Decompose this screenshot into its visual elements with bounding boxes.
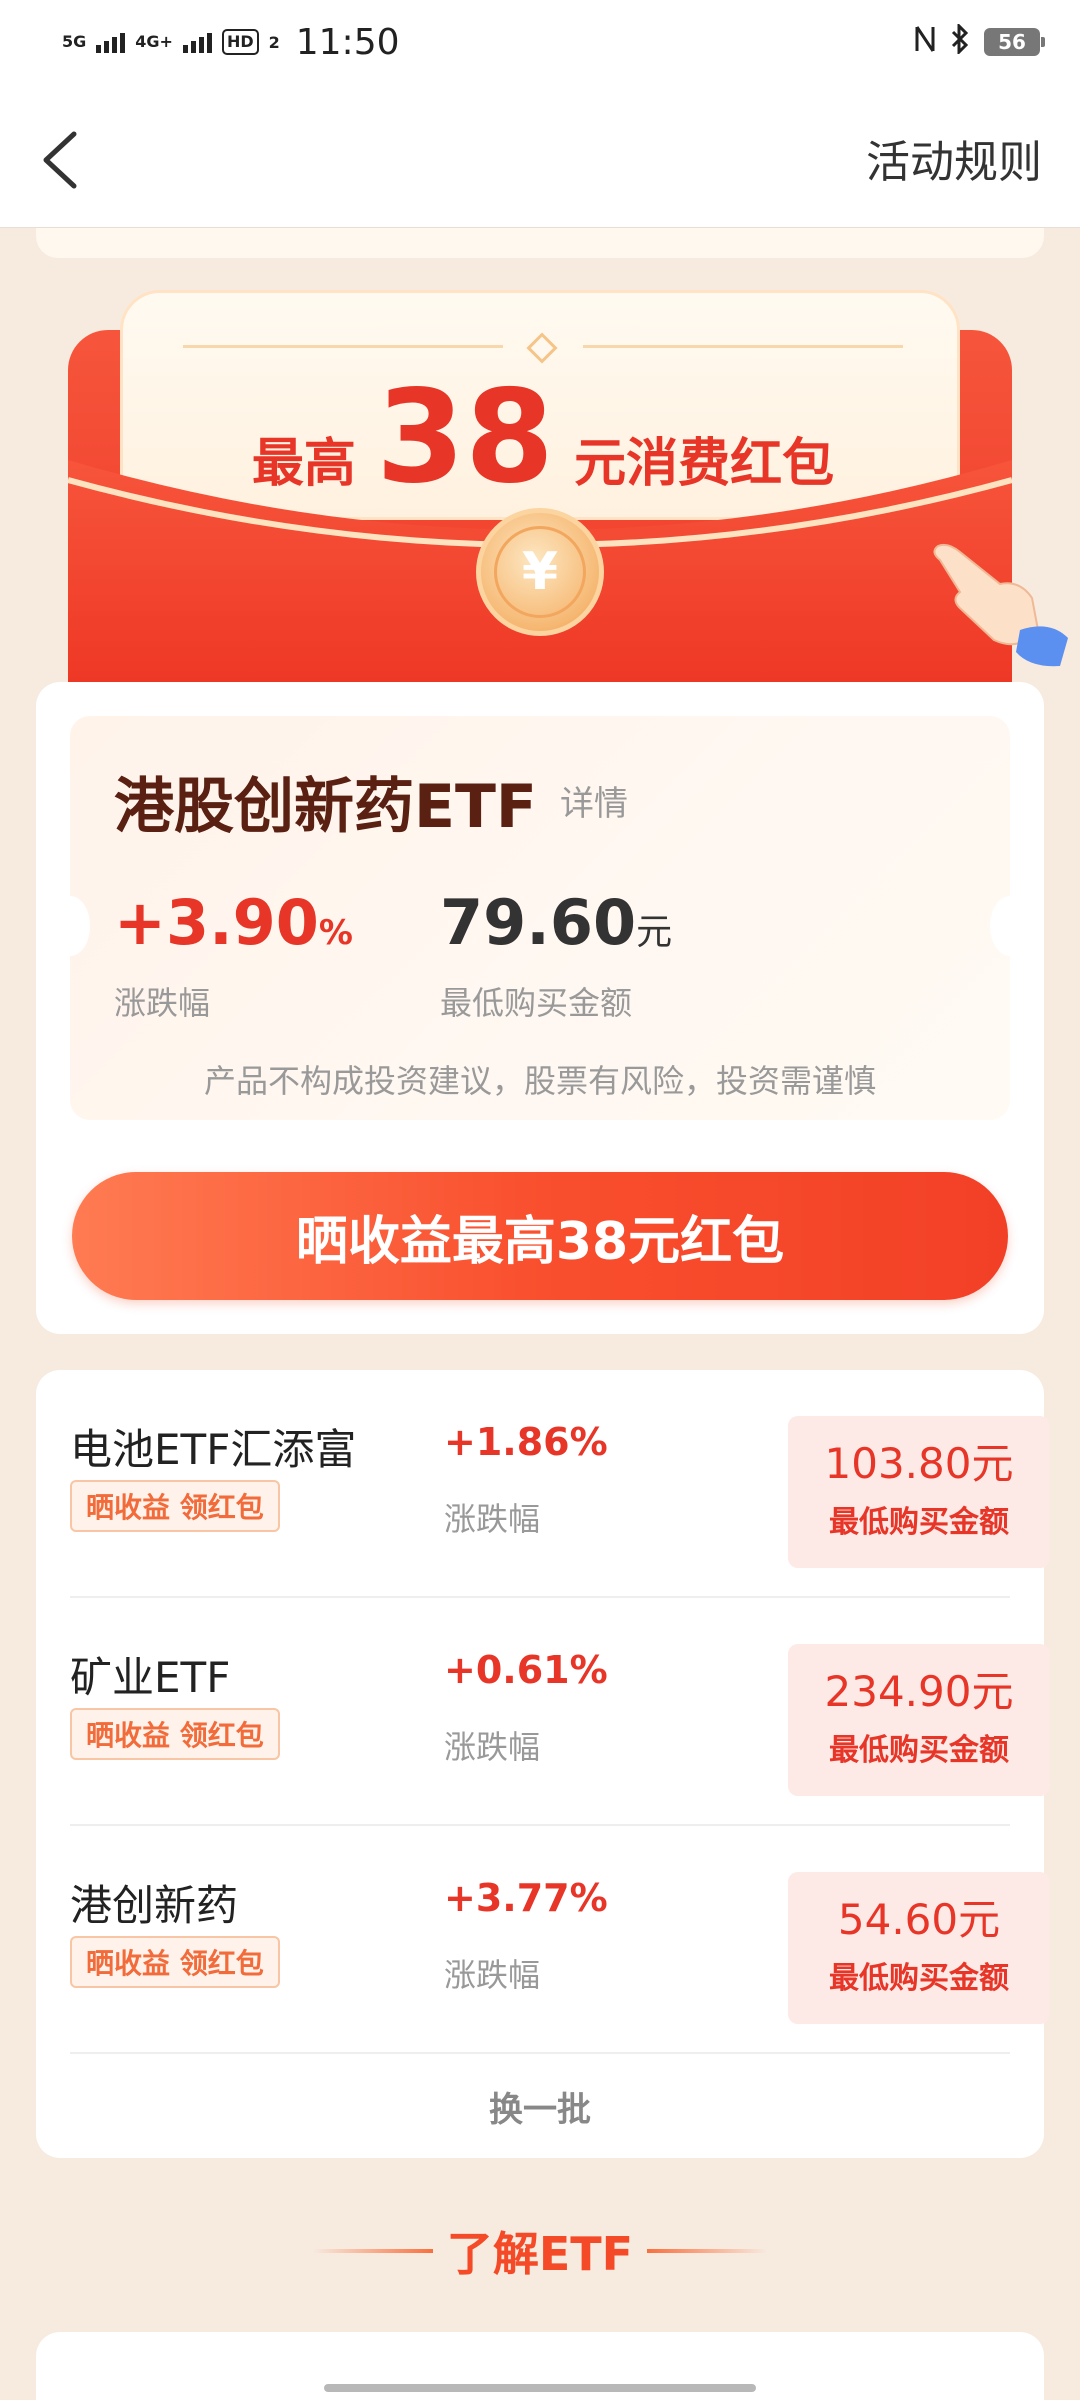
bluetooth-icon	[950, 21, 970, 61]
list-item-change-label: 涨跌幅	[444, 1728, 541, 1766]
top-card-strip	[36, 228, 1044, 258]
list-item-price-label: 最低购买金额	[829, 1733, 1009, 1768]
back-button[interactable]	[30, 124, 90, 196]
list-item-change: +0.61%	[444, 1648, 608, 1692]
product-min-price: 79.60元	[440, 886, 673, 959]
list-item-price-label: 最低购买金额	[829, 1961, 1009, 1996]
list-item-change-label: 涨跌幅	[444, 1956, 541, 1994]
yuan-coin-icon: ¥	[476, 508, 604, 636]
learn-etf-heading: 了解ETF	[0, 2218, 1080, 2284]
reward-tag: 晒收益 领红包	[70, 1708, 280, 1760]
reward-tag: 晒收益 领红包	[70, 1480, 280, 1532]
list-item-change-label: 涨跌幅	[444, 1500, 541, 1538]
signal-4g-icon: 4G+	[135, 32, 173, 51]
home-indicator[interactable]	[324, 2384, 756, 2392]
featured-product-card: 港股创新药ETF 详情 +3.90% 涨跌幅 79.60元 最低购买金额 产品不…	[36, 682, 1044, 1334]
refresh-batch-button[interactable]: 换一批	[36, 2082, 1044, 2131]
product-list-card: 电池ETF汇添富 晒收益 领红包 +1.86% 涨跌幅 103.80元 最低购买…	[36, 1370, 1050, 2158]
activity-rules-link[interactable]: 活动规则	[866, 126, 1042, 190]
min-price-box[interactable]: 234.90元 最低购买金额	[788, 1644, 1050, 1796]
min-price-box[interactable]: 54.60元 最低购买金额	[788, 1872, 1050, 2024]
product-detail-link[interactable]: 详情	[560, 776, 628, 825]
nav-header: 活动规则	[0, 84, 1080, 228]
reward-tag: 晒收益 领红包	[70, 1936, 280, 1988]
list-item[interactable]: 矿业ETF 晒收益 领红包 +0.61% 涨跌幅 234.90元 最低购买金额	[70, 1598, 1050, 1826]
min-price-box[interactable]: 103.80元 最低购买金额	[788, 1416, 1050, 1568]
signal-bars-icon	[96, 31, 126, 53]
clock: 11:50	[295, 21, 400, 63]
list-item-price: 103.80元	[824, 1439, 1014, 1488]
list-item-price: 54.60元	[837, 1895, 1001, 1944]
product-change-label: 涨跌幅	[114, 984, 211, 1022]
list-item-name: 港创新药	[70, 1881, 239, 1930]
product-min-price-label: 最低购买金额	[440, 984, 633, 1022]
list-item-name: 电池ETF汇添富	[70, 1425, 357, 1474]
risk-disclaimer: 产品不构成投资建议，股票有风险，投资需谨慎	[203, 1062, 876, 1100]
divider	[647, 2249, 768, 2253]
list-item-change: +1.86%	[444, 1420, 608, 1464]
list-item-name: 矿业ETF	[70, 1653, 231, 1702]
divider	[183, 345, 503, 348]
divider	[312, 2249, 433, 2253]
diamond-ornament-icon	[526, 332, 558, 364]
section-title: 了解ETF	[446, 2227, 634, 2281]
list-item-price: 234.90元	[824, 1667, 1014, 1716]
battery-icon: 56	[984, 28, 1045, 56]
nfc-icon	[914, 24, 936, 61]
product-change: +3.90%	[114, 886, 353, 959]
chevron-left-icon	[43, 131, 77, 189]
signal-bars-icon	[182, 31, 212, 53]
product-name: 港股创新药ETF	[114, 772, 537, 842]
product-ticket[interactable]: 港股创新药ETF 详情 +3.90% 涨跌幅 79.60元 最低购买金额 产品不…	[50, 716, 1030, 1120]
share-earnings-button[interactable]: 晒收益最高38元红包	[72, 1172, 1008, 1300]
pointing-hand-icon	[933, 543, 1068, 667]
list-item-change: +3.77%	[444, 1876, 608, 1920]
hd-voice-icon: HD	[221, 29, 259, 55]
list-item-price-label: 最低购买金额	[829, 1505, 1009, 1540]
status-bar: 5G 4G+ HD 2 11:50 56	[0, 0, 1080, 84]
list-item[interactable]: 港创新药 晒收益 领红包 +3.77% 涨跌幅 54.60元 最低购买金额	[70, 1826, 1050, 2054]
list-item[interactable]: 电池ETF汇添富 晒收益 领红包 +1.86% 涨跌幅 103.80元 最低购买…	[70, 1370, 1050, 1598]
signal-5g-icon: 5G	[62, 32, 87, 51]
hd-sub-label: 2	[268, 32, 280, 52]
red-envelope-banner: 最高 38 元消费红包 ¥	[68, 290, 1012, 682]
divider	[583, 345, 903, 348]
